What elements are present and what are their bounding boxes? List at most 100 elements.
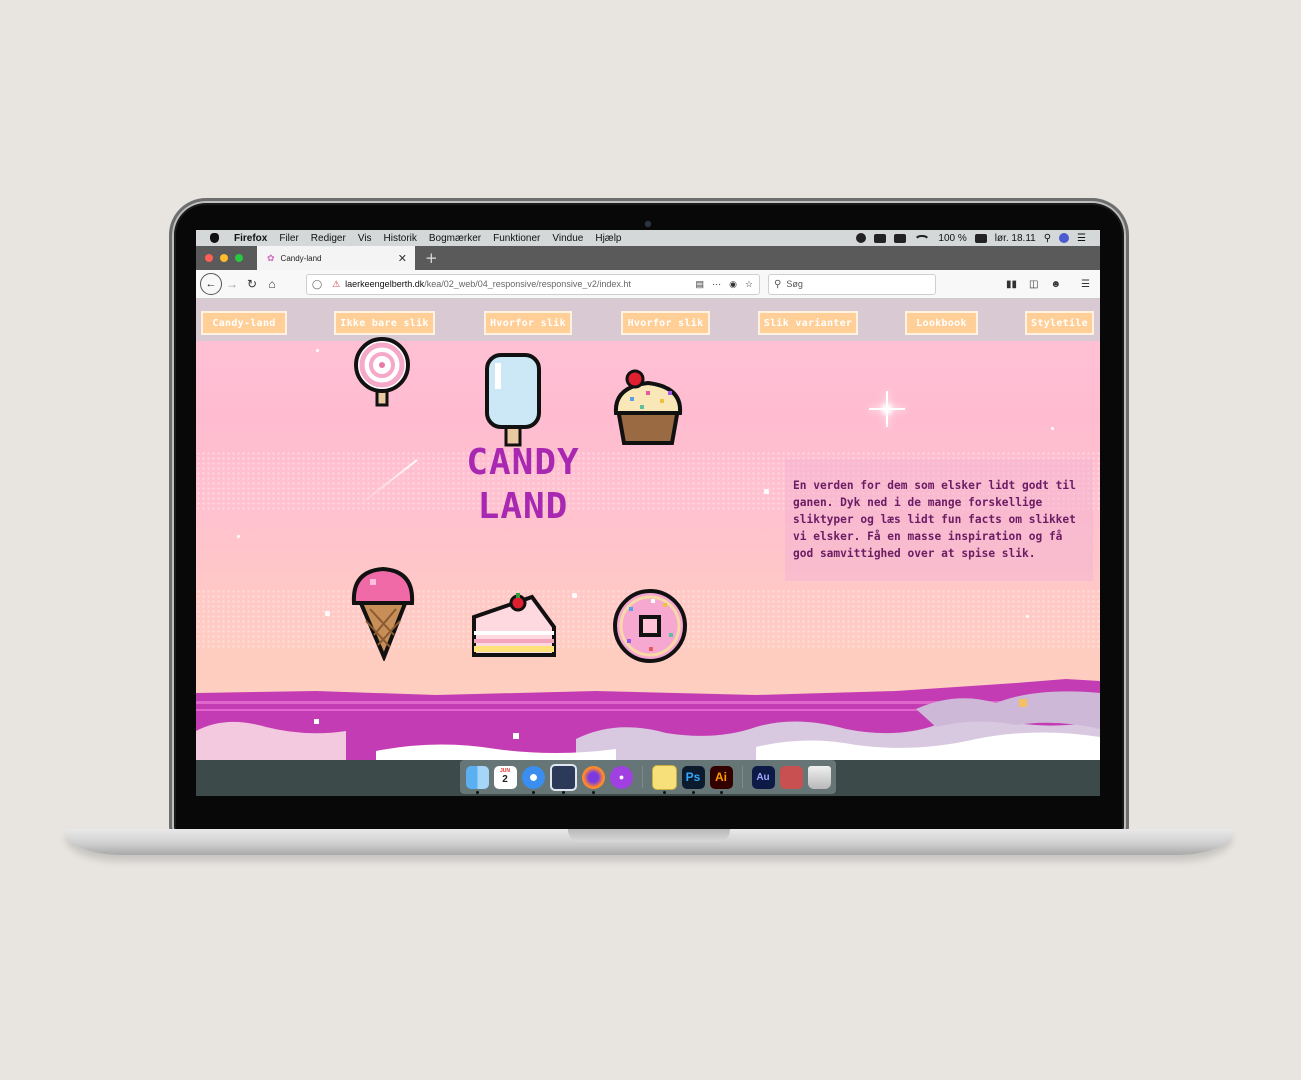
- page-title: CANDY LAND: [428, 441, 618, 529]
- tab-candy-land[interactable]: ✿ Candy-land ✕: [257, 246, 415, 270]
- star-decoration: [572, 593, 577, 598]
- nav-hvorfor-slik-button[interactable]: Hvorfor slik: [484, 311, 572, 335]
- home-icon[interactable]: ⌂: [262, 277, 282, 291]
- airplay-icon[interactable]: [894, 233, 907, 243]
- tab-title: Candy-land: [280, 253, 322, 263]
- search-icon: ⚲: [774, 278, 782, 290]
- battery-percent: 100 %: [938, 232, 967, 244]
- calendar-day: 2: [502, 774, 508, 785]
- back-arrow-icon[interactable]: ←: [200, 273, 222, 295]
- sidebar-icon[interactable]: ◫: [1029, 279, 1038, 290]
- window-controls: [205, 254, 243, 262]
- close-tab-icon[interactable]: ✕: [398, 252, 407, 265]
- creative-cloud-icon[interactable]: [856, 233, 867, 243]
- laptop-screen: Firefox Filer Rediger Vis Historik Bogmæ…: [196, 230, 1100, 796]
- candy-hills-decoration: [196, 679, 1100, 760]
- popsicle-icon: [485, 353, 541, 447]
- search-bar[interactable]: ⚲ Søg: [768, 273, 936, 295]
- laptop-hinge-notch: [568, 829, 730, 842]
- library-icon[interactable]: ▮▮: [1006, 279, 1017, 290]
- browser-tab-strip: ✿ Candy-land ✕ +: [196, 246, 1100, 270]
- intro-text: En verden for dem som elsker lidt godt t…: [793, 479, 1076, 560]
- sparkle-icon: [869, 391, 905, 427]
- lollipop-icon: [354, 337, 410, 407]
- cake-slice-icon: [472, 593, 556, 657]
- safari-icon[interactable]: [521, 765, 545, 794]
- podcasts-icon[interactable]: [609, 765, 633, 789]
- ice-cream-cone-icon: [351, 566, 415, 661]
- illustrator-icon[interactable]: Ai: [709, 765, 733, 794]
- dock-separator: [641, 766, 643, 788]
- dock-separator: [741, 766, 743, 788]
- audition-icon[interactable]: Au: [751, 765, 775, 789]
- title-line-2: LAND: [477, 486, 569, 527]
- pocket-icon[interactable]: ◉: [729, 279, 737, 290]
- reload-icon[interactable]: ↻: [242, 277, 262, 291]
- malwarebytes-icon[interactable]: [874, 233, 887, 243]
- menu-item-hjaelp[interactable]: Hjælp: [595, 233, 621, 244]
- account-icon[interactable]: ☻: [1051, 279, 1062, 290]
- nav-styletile-button[interactable]: Styletile: [1025, 311, 1094, 335]
- bookmark-star-icon[interactable]: ☆: [745, 279, 753, 290]
- menu-item-funktioner[interactable]: Funktioner: [493, 233, 540, 244]
- star-decoration: [764, 489, 769, 494]
- star-decoration: [237, 535, 240, 538]
- close-window-icon[interactable]: [205, 254, 213, 262]
- nav-hvorfor-slik-2-button[interactable]: Hvorfor slik: [621, 311, 710, 335]
- url-bar[interactable]: ◯ ⚠ laerkeengelberth.dk /kea/02_web/04_r…: [306, 273, 760, 295]
- apple-icon[interactable]: [210, 230, 224, 246]
- wifi-icon[interactable]: [914, 234, 931, 242]
- cupcake-icon: [613, 369, 683, 445]
- minimize-window-icon[interactable]: [220, 254, 228, 262]
- candy-land-page: Candy-land Ikke bare slik Hvorfor slik H…: [196, 299, 1100, 760]
- spotlight-search-icon[interactable]: ⚲: [1044, 233, 1051, 244]
- menu-item-bogmaerker[interactable]: Bogmærker: [429, 233, 481, 244]
- star-decoration: [316, 349, 319, 352]
- candy-favicon-icon: ✿: [267, 252, 275, 263]
- calendar-icon[interactable]: JUN 2: [493, 765, 517, 789]
- nav-ikke-bare-slik-button[interactable]: Ikke bare slik: [334, 311, 435, 335]
- photoshop-icon[interactable]: Ps: [681, 765, 705, 794]
- hamburger-menu-icon[interactable]: ☰: [1081, 279, 1090, 290]
- insecure-lock-icon[interactable]: ⚠: [332, 279, 340, 290]
- site-navigation: Candy-land Ikke bare slik Hvorfor slik H…: [196, 299, 1100, 341]
- menu-item-historik[interactable]: Historik: [384, 233, 417, 244]
- page-actions-icon[interactable]: ⋯: [712, 279, 721, 290]
- siri-icon[interactable]: [1059, 233, 1070, 243]
- stickies-icon[interactable]: [651, 764, 677, 794]
- reader-view-icon[interactable]: ▤: [696, 279, 705, 290]
- webcam: [645, 221, 651, 227]
- new-tab-icon[interactable]: +: [425, 249, 438, 267]
- intro-box: En verden for dem som elsker lidt godt t…: [785, 459, 1093, 581]
- battery-icon[interactable]: [974, 233, 987, 243]
- preview-icon[interactable]: [549, 763, 577, 794]
- star-decoration: [1026, 615, 1029, 618]
- mac-menu-bar: Firefox Filer Rediger Vis Historik Bogmæ…: [196, 230, 1100, 246]
- menu-item-vis[interactable]: Vis: [358, 233, 372, 244]
- shield-icon[interactable]: ◯: [312, 279, 322, 290]
- notification-center-icon[interactable]: ☰: [1077, 233, 1086, 244]
- search-placeholder: Søg: [786, 279, 803, 289]
- menu-app-name[interactable]: Firefox: [234, 233, 267, 244]
- forward-arrow-icon[interactable]: →: [222, 277, 242, 291]
- printer-icon[interactable]: [779, 765, 803, 789]
- nav-candy-land-button[interactable]: Candy-land: [201, 311, 287, 335]
- url-path: /kea/02_web/04_responsive/responsive_v2/…: [424, 279, 631, 289]
- nav-slik-varianter-button[interactable]: Slik varianter: [758, 311, 858, 335]
- title-line-1: CANDY: [466, 442, 580, 483]
- star-decoration: [1051, 427, 1054, 430]
- menu-item-vindue[interactable]: Vindue: [552, 233, 583, 244]
- nav-lookbook-button[interactable]: Lookbook: [905, 311, 978, 335]
- firefox-icon[interactable]: [581, 765, 605, 794]
- finder-icon[interactable]: [465, 765, 489, 794]
- donut-icon: [613, 589, 687, 663]
- star-decoration: [325, 611, 330, 616]
- menu-item-filer[interactable]: Filer: [279, 233, 298, 244]
- url-domain: laerkeengelberth.dk: [345, 279, 425, 289]
- menu-clock[interactable]: lør. 18.11: [995, 233, 1036, 244]
- menu-item-rediger[interactable]: Rediger: [311, 233, 346, 244]
- trash-icon[interactable]: [807, 765, 831, 789]
- mac-dock: JUN 2 Ps Ai Au: [460, 760, 836, 794]
- browser-toolbar: ← → ↻ ⌂ ◯ ⚠ laerkeengelberth.dk /kea/02_…: [196, 270, 1100, 299]
- zoom-window-icon[interactable]: [235, 254, 243, 262]
